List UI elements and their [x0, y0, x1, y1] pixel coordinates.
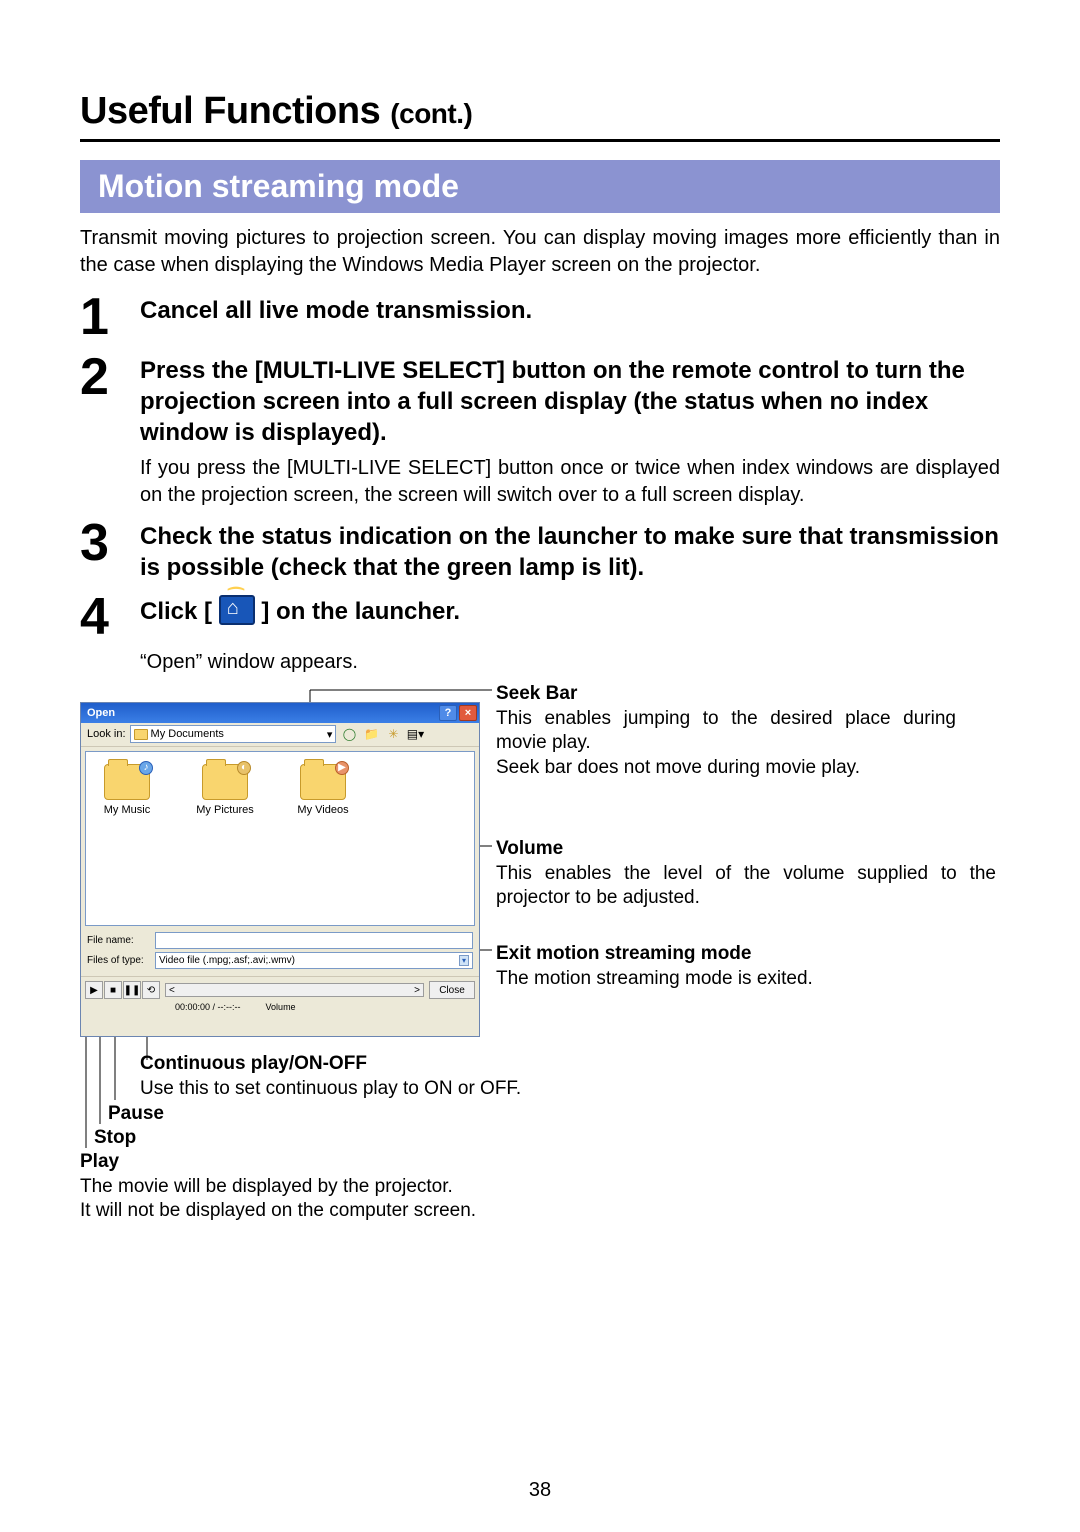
folder-label: My Videos [288, 804, 358, 816]
files-of-type-label: Files of type: [87, 955, 151, 966]
folder-icon [134, 729, 148, 740]
annotation-play: Play The movie will be displayed by the … [80, 1150, 680, 1224]
back-icon[interactable]: ◯ [340, 725, 358, 743]
annotation-volume: Volume This enables the level of the vol… [496, 837, 996, 911]
annotation-seek-bar: Seek Bar This enables jumping to the des… [496, 682, 956, 781]
pause-button[interactable]: ❚❚ [123, 981, 141, 999]
file-name-field[interactable] [155, 932, 473, 949]
time-volume-row: 00:00:00 / --:--:-- Volume [81, 1002, 479, 1012]
chevron-down-icon: ▾ [459, 955, 469, 966]
step-title: Cancel all live mode transmission. [140, 295, 1000, 326]
help-button[interactable]: ? [439, 705, 457, 721]
annotation-exit: Exit motion streaming mode The motion st… [496, 942, 996, 991]
section-heading: Motion streaming mode [80, 160, 1000, 213]
up-folder-icon[interactable]: 📁 [362, 725, 380, 743]
continuous-play-button[interactable]: ⟲ [142, 981, 160, 999]
exit-streaming-button[interactable]: Close [429, 981, 475, 999]
step-number: 3 [80, 515, 140, 569]
seek-bar[interactable]: <> [165, 983, 424, 997]
chevron-down-icon: ▾ [327, 728, 333, 741]
close-window-button[interactable]: × [459, 705, 477, 721]
music-badge-icon: ♪ [139, 761, 153, 775]
annotation-stop: Stop [94, 1126, 136, 1151]
folder-my-videos[interactable]: ▶ My Videos [288, 758, 358, 919]
file-name-label: File name: [87, 935, 151, 946]
new-folder-icon[interactable]: ✳ [384, 725, 402, 743]
step-title: Check the status indication on the launc… [140, 521, 1000, 583]
page-title-main: Useful Functions [80, 90, 390, 132]
look-in-select[interactable]: My Documents ▾ [130, 725, 337, 743]
picture-badge-icon: ◐ [237, 761, 251, 775]
folder-my-music[interactable]: ♪ My Music [92, 758, 162, 919]
step-1: 1 Cancel all live mode transmission. [80, 289, 1000, 343]
step-3: 3 Check the status indication on the lau… [80, 515, 1000, 583]
step-2: 2 Press the [MULTI-LIVE SELECT] button o… [80, 349, 1000, 509]
look-in-label: Look in: [87, 728, 126, 740]
annotation-text: Seek bar does not move during movie play… [496, 756, 956, 781]
step-title: Press the [MULTI-LIVE SELECT] button on … [140, 355, 1000, 449]
step-number: 1 [80, 289, 140, 343]
step-title-post: ] on the launcher. [261, 598, 460, 625]
step-4-after: “Open” window appears. [140, 651, 1000, 674]
folder-label: My Music [92, 804, 162, 816]
video-badge-icon: ▶ [335, 761, 349, 775]
open-dialog-body: ♪ My Music ◐ My Pictures ▶ My Videos [85, 751, 475, 926]
step-number: 4 [80, 589, 140, 643]
step-title-pre: Click [ [140, 598, 212, 625]
annotation-text: This enables the level of the volume sup… [496, 862, 996, 911]
diagram-area: Open ? × Look in: My Documents ▾ ◯ 📁 ✳ ▤… [80, 682, 1000, 1242]
annotation-title: Seek Bar [496, 682, 956, 707]
annotation-text: Use this to set continuous play to ON or… [140, 1078, 521, 1099]
step-4: 4 Click [ ] on the launcher. [80, 589, 1000, 643]
annotation-text: The movie will be displayed by the proje… [80, 1176, 453, 1197]
views-icon[interactable]: ▤▾ [406, 725, 424, 743]
annotation-pause: Pause [108, 1102, 164, 1127]
annotation-text: This enables jumping to the desired plac… [496, 707, 956, 756]
stop-button[interactable]: ■ [104, 981, 122, 999]
open-dialog-titlebar: Open ? × [81, 703, 479, 723]
section-intro: Transmit moving pictures to projection s… [80, 225, 1000, 279]
annotation-title: Play [80, 1151, 119, 1172]
page-title-cont: (cont.) [390, 98, 472, 129]
open-dialog-toolbar: Look in: My Documents ▾ ◯ 📁 ✳ ▤▾ [81, 723, 479, 747]
page-title: Useful Functions (cont.) [80, 90, 1000, 133]
annotation-title: Exit motion streaming mode [496, 942, 996, 967]
time-display: 00:00:00 / --:--:-- [175, 1002, 241, 1012]
annotation-title: Volume [496, 837, 996, 862]
play-button[interactable]: ▶ [85, 981, 103, 999]
title-rule [80, 139, 1000, 142]
folder-my-pictures[interactable]: ◐ My Pictures [190, 758, 260, 919]
folder-label: My Pictures [190, 804, 260, 816]
files-of-type-select[interactable]: Video file (.mpg;.asf;.avi;.wmv) ▾ [155, 952, 473, 969]
annotation-text: The motion streaming mode is exited. [496, 967, 996, 992]
open-dialog-title: Open [87, 707, 115, 719]
annotation-title: Continuous play/ON-OFF [140, 1053, 367, 1074]
streaming-launcher-icon [219, 595, 255, 625]
step-text: If you press the [MULTI-LIVE SELECT] but… [140, 455, 1000, 509]
open-dialog: Open ? × Look in: My Documents ▾ ◯ 📁 ✳ ▤… [80, 702, 480, 1037]
open-dialog-bottom: File name: Files of type: Video file (.m… [81, 930, 479, 976]
annotation-text: It will not be displayed on the computer… [80, 1200, 476, 1221]
volume-label: Volume [266, 1002, 296, 1012]
files-of-type-value: Video file (.mpg;.asf;.avi;.wmv) [159, 955, 295, 966]
step-title: Click [ ] on the launcher. [140, 595, 1000, 627]
annotation-continuous: Continuous play/ON-OFF Use this to set c… [140, 1052, 640, 1101]
page-number: 38 [0, 1479, 1080, 1502]
look-in-value: My Documents [151, 728, 224, 740]
player-controls: ▶ ■ ❚❚ ⟲ <> Close [81, 976, 479, 1004]
step-number: 2 [80, 349, 140, 403]
